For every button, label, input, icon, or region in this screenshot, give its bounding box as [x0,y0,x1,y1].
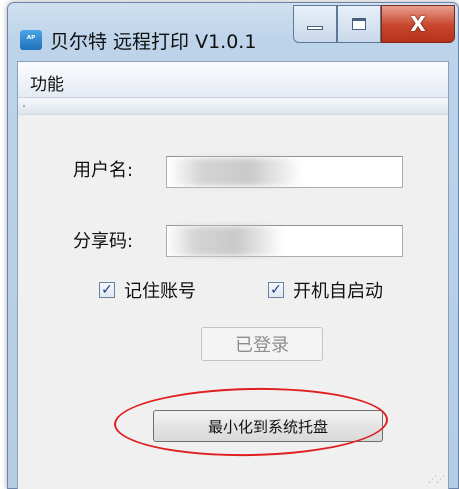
title-bar[interactable]: ᴬᴾ 贝尔特 远程打印 V1.0.1 X [8,3,458,63]
login-button[interactable]: 已登录 [201,327,323,361]
toolstrip [18,99,448,115]
maximize-icon [352,18,366,30]
remember-account-checkbox[interactable]: ✓ 记住账号 [99,277,196,303]
username-redaction [168,158,303,186]
autostart-checkbox-box[interactable]: ✓ [268,282,284,298]
app-icon: ᴬᴾ [20,30,42,50]
menu-item-function[interactable]: 功能 [30,70,64,95]
close-button[interactable]: X [381,5,455,43]
sharecode-redaction [166,226,284,256]
username-label: 用户名: [73,160,134,181]
maximize-button[interactable] [337,5,381,43]
remember-checkbox-box[interactable]: ✓ [99,282,115,298]
checkmark-icon: ✓ [101,282,113,298]
window-title: 贝尔特 远程打印 V1.0.1 [50,31,257,53]
resize-grip[interactable]: ⋰⋰ [428,475,445,485]
close-icon: X [410,12,426,36]
autostart-checkbox[interactable]: ✓ 开机自启动 [268,277,383,303]
minimize-icon [307,26,323,30]
autostart-label: 开机自启动 [293,281,383,302]
toolstrip-grip[interactable] [23,105,25,107]
checkmark-icon: ✓ [270,282,282,298]
menu-bar: 功能 [18,62,448,98]
minimize-button[interactable] [293,5,337,43]
sharecode-label: 分享码: [73,231,134,252]
remember-account-label: 记住账号 [124,281,196,302]
window-controls: X [293,5,455,45]
